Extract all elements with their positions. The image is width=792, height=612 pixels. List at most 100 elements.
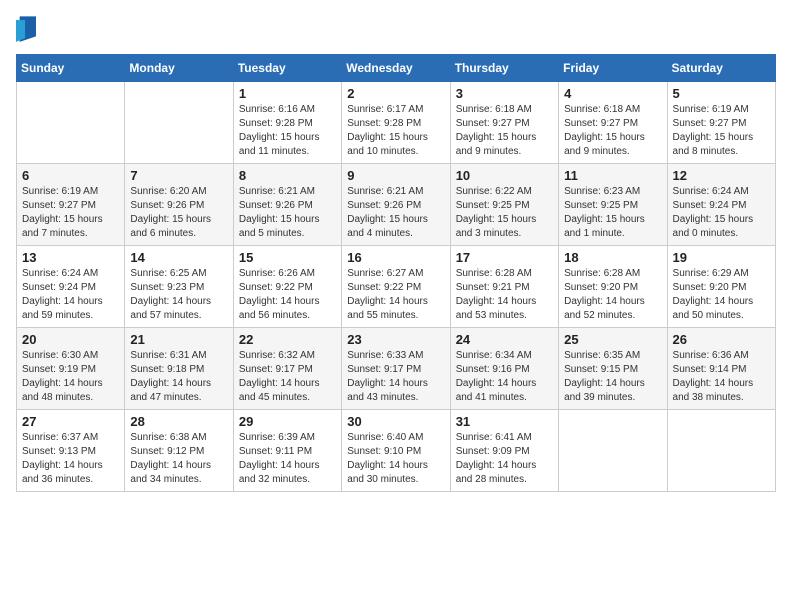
day-number: 24: [456, 332, 553, 347]
calendar-cell: [17, 82, 125, 164]
day-number: 28: [130, 414, 227, 429]
day-info: Sunrise: 6:20 AM Sunset: 9:26 PM Dayligh…: [130, 185, 227, 241]
calendar-cell: 29 Sunrise: 6:39 AM Sunset: 9:11 PM Dayli…: [233, 410, 341, 492]
day-number: 2: [347, 86, 444, 101]
calendar-cell: 7 Sunrise: 6:20 AM Sunset: 9:26 PM Daylig…: [125, 164, 233, 246]
weekday-header-thursday: Thursday: [450, 55, 558, 82]
calendar-week-2: 6Sunrise: 6:19 AM Sunset: 9:27 PM Daylig…: [17, 164, 776, 246]
day-info: Sunrise: 6:37 AM Sunset: 9:13 PM Dayligh…: [22, 431, 119, 487]
calendar-cell: 22Sunrise: 6:32 AM Sunset: 9:17 PM Dayli…: [233, 328, 341, 410]
day-info: Sunrise: 6:24 AM Sunset: 9:24 PM Dayligh…: [673, 185, 770, 241]
day-number: 7: [130, 168, 227, 183]
day-info: Sunrise: 6:24 AM Sunset: 9:24 PM Dayligh…: [22, 267, 119, 323]
calendar-cell: 28 Sunrise: 6:38 AM Sunset: 9:12 PM Dayli…: [125, 410, 233, 492]
day-info: Sunrise: 6:38 AM Sunset: 9:12 PM Dayligh…: [130, 431, 227, 487]
day-info: Sunrise: 6:36 AM Sunset: 9:14 PM Dayligh…: [673, 349, 770, 405]
calendar-cell: 30Sunrise: 6:40 AM Sunset: 9:10 PM Dayli…: [342, 410, 450, 492]
day-number: 9: [347, 168, 444, 183]
day-number: 17: [456, 250, 553, 265]
day-number: 5: [673, 86, 770, 101]
day-number: 22: [239, 332, 336, 347]
calendar-body: 1Sunrise: 6:16 AM Sunset: 9:28 PM Daylig…: [17, 82, 776, 492]
calendar-cell: [559, 410, 667, 492]
day-info: Sunrise: 6:28 AM Sunset: 9:20 PM Dayligh…: [564, 267, 661, 323]
day-info: Sunrise: 6:27 AM Sunset: 9:22 PM Dayligh…: [347, 267, 444, 323]
day-info: Sunrise: 6:41 AM Sunset: 9:09 PM Dayligh…: [456, 431, 553, 487]
calendar-cell: 3Sunrise: 6:18 AM Sunset: 9:27 PM Daylig…: [450, 82, 558, 164]
calendar-cell: 26 Sunrise: 6:36 AM Sunset: 9:14 PM Dayli…: [667, 328, 775, 410]
weekday-row: SundayMondayTuesdayWednesdayThursdayFrid…: [17, 55, 776, 82]
calendar-cell: 21Sunrise: 6:31 AM Sunset: 9:18 PM Dayli…: [125, 328, 233, 410]
weekday-header-tuesday: Tuesday: [233, 55, 341, 82]
calendar-cell: [125, 82, 233, 164]
calendar-table: SundayMondayTuesdayWednesdayThursdayFrid…: [16, 54, 776, 492]
day-number: 25: [564, 332, 661, 347]
day-info: Sunrise: 6:21 AM Sunset: 9:26 PM Dayligh…: [239, 185, 336, 241]
day-info: Sunrise: 6:22 AM Sunset: 9:25 PM Dayligh…: [456, 185, 553, 241]
weekday-header-wednesday: Wednesday: [342, 55, 450, 82]
day-info: Sunrise: 6:17 AM Sunset: 9:28 PM Dayligh…: [347, 103, 444, 159]
day-info: Sunrise: 6:21 AM Sunset: 9:26 PM Dayligh…: [347, 185, 444, 241]
calendar-cell: 18Sunrise: 6:28 AM Sunset: 9:20 PM Dayli…: [559, 246, 667, 328]
calendar-cell: 19 Sunrise: 6:29 AM Sunset: 9:20 PM Dayli…: [667, 246, 775, 328]
weekday-header-friday: Friday: [559, 55, 667, 82]
day-info: Sunrise: 6:30 AM Sunset: 9:19 PM Dayligh…: [22, 349, 119, 405]
calendar-cell: 31 Sunrise: 6:41 AM Sunset: 9:09 PM Dayli…: [450, 410, 558, 492]
calendar-week-4: 20 Sunrise: 6:30 AM Sunset: 9:19 PM Dayli…: [17, 328, 776, 410]
logo-icon: [16, 16, 36, 44]
calendar-cell: 15Sunrise: 6:26 AM Sunset: 9:22 PM Dayli…: [233, 246, 341, 328]
calendar-cell: 10 Sunrise: 6:22 AM Sunset: 9:25 PM Dayli…: [450, 164, 558, 246]
weekday-header-monday: Monday: [125, 55, 233, 82]
day-number: 26: [673, 332, 770, 347]
day-number: 31: [456, 414, 553, 429]
day-info: Sunrise: 6:31 AM Sunset: 9:18 PM Dayligh…: [130, 349, 227, 405]
calendar-cell: 1Sunrise: 6:16 AM Sunset: 9:28 PM Daylig…: [233, 82, 341, 164]
day-number: 16: [347, 250, 444, 265]
calendar-cell: 12 Sunrise: 6:24 AM Sunset: 9:24 PM Dayli…: [667, 164, 775, 246]
day-number: 6: [22, 168, 119, 183]
logo: [16, 16, 40, 44]
calendar-cell: 23Sunrise: 6:33 AM Sunset: 9:17 PM Dayli…: [342, 328, 450, 410]
calendar-cell: 24 Sunrise: 6:34 AM Sunset: 9:16 PM Dayli…: [450, 328, 558, 410]
day-info: Sunrise: 6:23 AM Sunset: 9:25 PM Dayligh…: [564, 185, 661, 241]
calendar-cell: 27 Sunrise: 6:37 AM Sunset: 9:13 PM Dayli…: [17, 410, 125, 492]
calendar-header: SundayMondayTuesdayWednesdayThursdayFrid…: [17, 55, 776, 82]
calendar-week-1: 1Sunrise: 6:16 AM Sunset: 9:28 PM Daylig…: [17, 82, 776, 164]
day-number: 10: [456, 168, 553, 183]
calendar-cell: [667, 410, 775, 492]
day-number: 27: [22, 414, 119, 429]
day-info: Sunrise: 6:19 AM Sunset: 9:27 PM Dayligh…: [673, 103, 770, 159]
weekday-header-sunday: Sunday: [17, 55, 125, 82]
calendar-week-3: 13 Sunrise: 6:24 AM Sunset: 9:24 PM Dayli…: [17, 246, 776, 328]
calendar-cell: 4 Sunrise: 6:18 AM Sunset: 9:27 PM Daylig…: [559, 82, 667, 164]
day-number: 14: [130, 250, 227, 265]
calendar-cell: 13 Sunrise: 6:24 AM Sunset: 9:24 PM Dayli…: [17, 246, 125, 328]
day-number: 19: [673, 250, 770, 265]
day-number: 11: [564, 168, 661, 183]
day-info: Sunrise: 6:34 AM Sunset: 9:16 PM Dayligh…: [456, 349, 553, 405]
day-info: Sunrise: 6:39 AM Sunset: 9:11 PM Dayligh…: [239, 431, 336, 487]
day-number: 23: [347, 332, 444, 347]
day-number: 12: [673, 168, 770, 183]
day-number: 29: [239, 414, 336, 429]
calendar-cell: 17 Sunrise: 6:28 AM Sunset: 9:21 PM Dayli…: [450, 246, 558, 328]
day-info: Sunrise: 6:28 AM Sunset: 9:21 PM Dayligh…: [456, 267, 553, 323]
calendar-cell: 8 Sunrise: 6:21 AM Sunset: 9:26 PM Daylig…: [233, 164, 341, 246]
day-info: Sunrise: 6:18 AM Sunset: 9:27 PM Dayligh…: [564, 103, 661, 159]
calendar-cell: 14 Sunrise: 6:25 AM Sunset: 9:23 PM Dayli…: [125, 246, 233, 328]
day-number: 1: [239, 86, 336, 101]
day-number: 13: [22, 250, 119, 265]
page-header: [16, 16, 776, 44]
calendar-cell: 6Sunrise: 6:19 AM Sunset: 9:27 PM Daylig…: [17, 164, 125, 246]
calendar-cell: 5 Sunrise: 6:19 AM Sunset: 9:27 PM Daylig…: [667, 82, 775, 164]
day-info: Sunrise: 6:25 AM Sunset: 9:23 PM Dayligh…: [130, 267, 227, 323]
day-info: Sunrise: 6:29 AM Sunset: 9:20 PM Dayligh…: [673, 267, 770, 323]
day-number: 30: [347, 414, 444, 429]
calendar-week-5: 27 Sunrise: 6:37 AM Sunset: 9:13 PM Dayli…: [17, 410, 776, 492]
day-number: 8: [239, 168, 336, 183]
day-number: 15: [239, 250, 336, 265]
day-info: Sunrise: 6:18 AM Sunset: 9:27 PM Dayligh…: [456, 103, 553, 159]
day-number: 4: [564, 86, 661, 101]
calendar-cell: 20 Sunrise: 6:30 AM Sunset: 9:19 PM Dayli…: [17, 328, 125, 410]
day-number: 20: [22, 332, 119, 347]
